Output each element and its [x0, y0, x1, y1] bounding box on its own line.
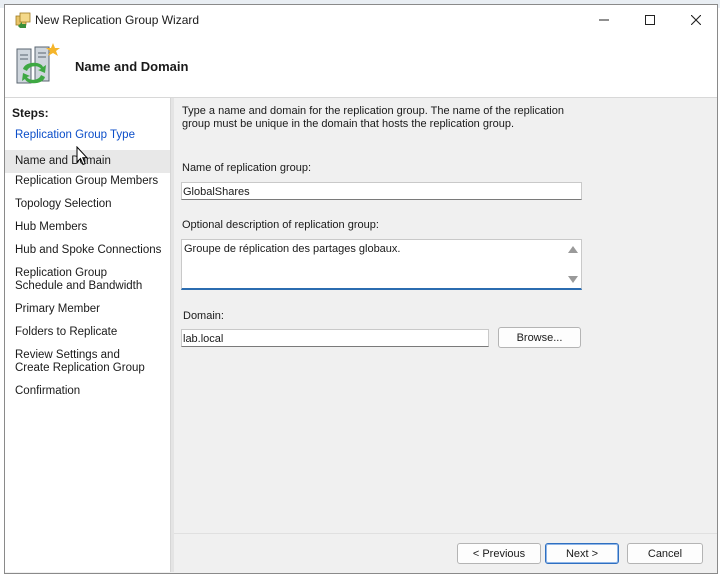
page-title: Name and Domain: [75, 59, 189, 74]
description-label: Optional description of replication grou…: [182, 219, 379, 231]
footer-divider: [174, 533, 717, 534]
domain-label: Domain:: [183, 310, 224, 322]
steps-panel: Steps: Replication Group Type Name and D…: [5, 98, 170, 572]
steps-heading: Steps:: [12, 106, 49, 120]
step-topology-selection[interactable]: Topology Selection: [5, 198, 170, 211]
scroll-up-icon[interactable]: [568, 246, 578, 253]
replication-server-icon: [16, 43, 60, 84]
maximize-button[interactable]: [627, 5, 673, 35]
next-button[interactable]: Next >: [545, 543, 619, 564]
step-confirmation[interactable]: Confirmation: [5, 385, 170, 398]
name-field[interactable]: GlobalShares: [181, 182, 582, 200]
window-title: New Replication Group Wizard: [35, 13, 200, 27]
step-review-settings[interactable]: Review Settings and Create Replication G…: [5, 349, 155, 375]
step-primary-member[interactable]: Primary Member: [5, 303, 170, 316]
scroll-down-icon[interactable]: [568, 276, 578, 283]
step-replication-group-members[interactable]: Replication Group Members: [5, 175, 170, 188]
minimize-icon: [599, 19, 609, 21]
browse-button[interactable]: Browse...: [498, 327, 581, 348]
wizard-window: New Replication Group Wizard Name and Do…: [4, 4, 718, 574]
form-panel: Type a name and domain for the replicati…: [174, 98, 717, 572]
step-replication-group-type[interactable]: Replication Group Type: [5, 129, 170, 142]
cancel-button[interactable]: Cancel: [627, 543, 703, 564]
intro-text: Type a name and domain for the replicati…: [182, 105, 564, 130]
maximize-icon: [645, 15, 655, 25]
step-hub-and-spoke-connections[interactable]: Hub and Spoke Connections: [5, 244, 170, 257]
wizard-header: Name and Domain: [5, 35, 717, 97]
description-text: Groupe de réplication des partages globa…: [184, 243, 401, 255]
domain-field[interactable]: lab.local: [181, 329, 489, 347]
title-bar[interactable]: New Replication Group Wizard: [5, 5, 717, 35]
name-label: Name of replication group:: [182, 162, 312, 174]
close-icon: [691, 15, 701, 25]
previous-button[interactable]: < Previous: [457, 543, 541, 564]
mouse-pointer-icon: [76, 146, 88, 166]
replication-group-icon: [15, 12, 31, 28]
step-hub-members[interactable]: Hub Members: [5, 221, 170, 234]
step-folders-to-replicate[interactable]: Folders to Replicate: [5, 326, 170, 339]
close-button[interactable]: [673, 5, 719, 35]
description-field[interactable]: Groupe de réplication des partages globa…: [181, 239, 582, 290]
step-replication-group-schedule[interactable]: Replication Group Schedule and Bandwidth: [5, 267, 155, 293]
minimize-button[interactable]: [581, 5, 627, 35]
